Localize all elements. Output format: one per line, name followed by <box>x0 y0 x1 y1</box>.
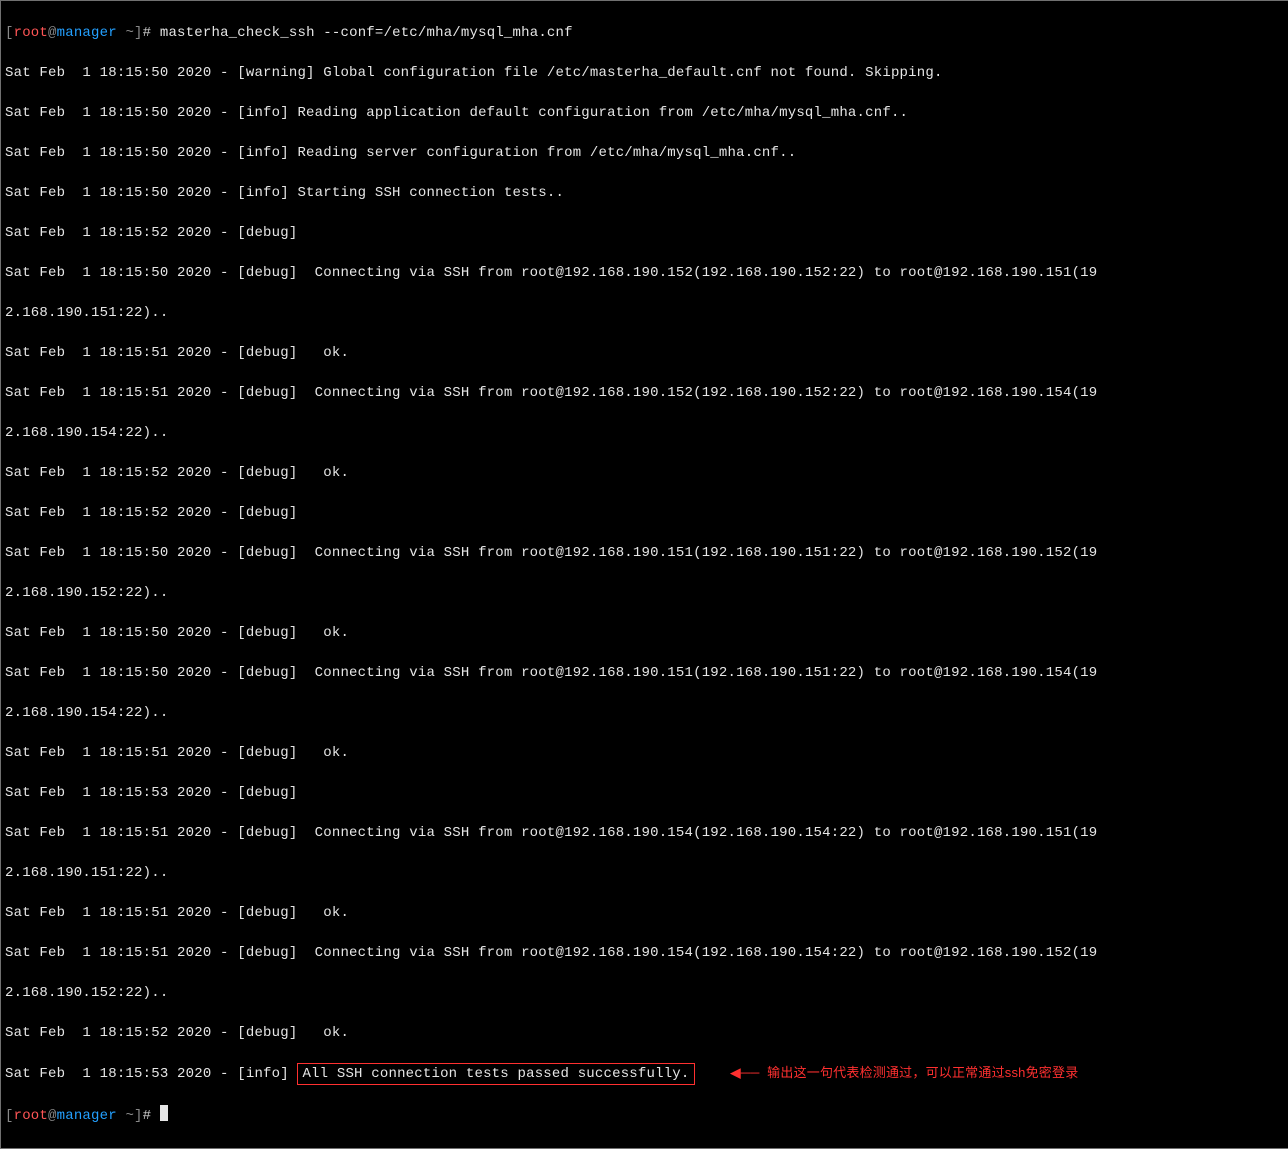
output-line: Sat Feb 1 18:15:51 2020 - [debug] ok. <box>5 343 1285 363</box>
output-line: Sat Feb 1 18:15:50 2020 - [info] Reading… <box>5 143 1285 163</box>
success-highlight-box: All SSH connection tests passed successf… <box>297 1063 694 1085</box>
prompt-hash: # <box>143 1108 160 1124</box>
output-line: Sat Feb 1 18:15:52 2020 - [debug] ok. <box>5 1023 1285 1043</box>
terminal-window[interactable]: [root@manager ~]# masterha_check_ssh --c… <box>0 0 1288 1149</box>
output-success-line: Sat Feb 1 18:15:53 2020 - [info] All SSH… <box>5 1063 1285 1085</box>
command-text: masterha_check_ssh --conf=/etc/mha/mysql… <box>160 25 573 41</box>
output-line: 2.168.190.151:22).. <box>5 303 1285 323</box>
prompt-path: ~ <box>117 25 134 41</box>
output-line: Sat Feb 1 18:15:50 2020 - [info] Startin… <box>5 183 1285 203</box>
output-line: 2.168.190.152:22).. <box>5 583 1285 603</box>
prompt-line-1: [root@manager ~]# masterha_check_ssh --c… <box>5 23 1285 43</box>
prompt-at: @ <box>48 25 57 41</box>
prompt-path: ~ <box>117 1108 134 1124</box>
output-line: Sat Feb 1 18:15:50 2020 - [debug] Connec… <box>5 663 1285 683</box>
output-line: Sat Feb 1 18:15:53 2020 - [debug] <box>5 783 1285 803</box>
cursor-icon <box>160 1105 168 1121</box>
bracket-open: [ <box>5 1108 14 1124</box>
output-line: 2.168.190.154:22).. <box>5 703 1285 723</box>
prompt-at: @ <box>48 1108 57 1124</box>
output-line: Sat Feb 1 18:15:51 2020 - [debug] ok. <box>5 903 1285 923</box>
annotation-text: 输出这一句代表检测通过，可以正常通过ssh免密登录 <box>767 1065 1078 1080</box>
output-line: Sat Feb 1 18:15:50 2020 - [debug] Connec… <box>5 543 1285 563</box>
output-line: Sat Feb 1 18:15:51 2020 - [debug] Connec… <box>5 943 1285 963</box>
bracket-close: ] <box>134 25 143 41</box>
prompt-host: manager <box>57 1108 117 1124</box>
output-line: Sat Feb 1 18:15:50 2020 - [info] Reading… <box>5 103 1285 123</box>
output-line: 2.168.190.151:22).. <box>5 863 1285 883</box>
annotation-arrow: ◀── 输出这一句代表检测通过，可以正常通过ssh免密登录 <box>695 1063 1079 1083</box>
output-line: Sat Feb 1 18:15:51 2020 - [debug] Connec… <box>5 383 1285 403</box>
output-line: Sat Feb 1 18:15:51 2020 - [debug] Connec… <box>5 823 1285 843</box>
watermark-text: @51CTO博客 <box>0 1149 1288 1156</box>
output-line: Sat Feb 1 18:15:50 2020 - [debug] ok. <box>5 623 1285 643</box>
prompt-user: root <box>14 25 48 41</box>
output-line: Sat Feb 1 18:15:50 2020 - [warning] Glob… <box>5 63 1285 83</box>
output-line: Sat Feb 1 18:15:50 2020 - [debug] Connec… <box>5 263 1285 283</box>
output-line: Sat Feb 1 18:15:52 2020 - [debug] ok. <box>5 463 1285 483</box>
output-line: Sat Feb 1 18:15:52 2020 - [debug] <box>5 223 1285 243</box>
prompt-host: manager <box>57 25 117 41</box>
arrow-icon: ◀── <box>731 1065 760 1080</box>
bracket-close: ] <box>134 1108 143 1124</box>
output-line: Sat Feb 1 18:15:51 2020 - [debug] ok. <box>5 743 1285 763</box>
prompt-hash: # <box>143 25 160 41</box>
prompt-line-2[interactable]: [root@manager ~]# <box>5 1105 1285 1126</box>
prompt-user: root <box>14 1108 48 1124</box>
success-prefix: Sat Feb 1 18:15:53 2020 - [info] <box>5 1066 297 1082</box>
output-line: 2.168.190.152:22).. <box>5 983 1285 1003</box>
output-line: Sat Feb 1 18:15:52 2020 - [debug] <box>5 503 1285 523</box>
output-line: 2.168.190.154:22).. <box>5 423 1285 443</box>
bracket-open: [ <box>5 25 14 41</box>
